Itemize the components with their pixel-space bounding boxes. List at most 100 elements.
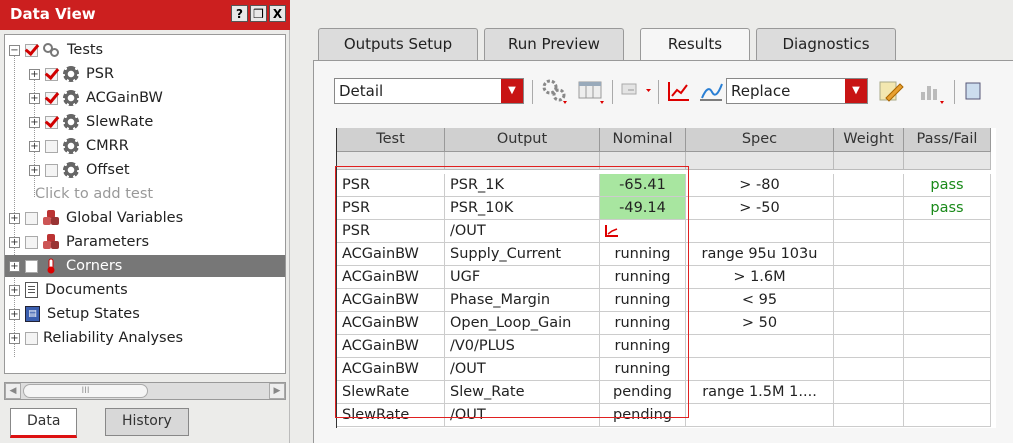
offset-checkbox[interactable] [45,163,58,177]
expand-icon[interactable]: + [9,308,20,320]
edit-notes-icon[interactable] [876,76,906,106]
cell-nominal[interactable]: running [600,266,686,289]
cell-nominal[interactable]: running [600,312,686,335]
header-test[interactable]: Test [337,128,445,152]
cell-passfail[interactable] [904,220,991,243]
expand-icon[interactable]: + [9,284,20,296]
acgainbw-checkbox[interactable] [45,91,58,105]
cell-test[interactable]: SlewRate [337,381,445,404]
cell-passfail[interactable] [904,289,991,312]
tab-results[interactable]: Results [640,28,750,61]
cell-passfail[interactable] [904,243,991,266]
cell-spec[interactable]: > -50 [686,197,834,220]
header-output[interactable]: Output [445,128,600,152]
cell-spec[interactable]: > 50 [686,312,834,335]
cell-spec[interactable]: range 1.5M 1.... [686,381,834,404]
plot-icon[interactable] [664,76,694,106]
cell-nominal[interactable]: running [600,335,686,358]
header-passfail[interactable]: Pass/Fail [904,128,991,152]
tree-node-setup-states[interactable]: + ▤ Setup States [9,303,140,325]
tree-node-parameters[interactable]: + Parameters [9,231,149,253]
tree-node-reliability[interactable]: + Reliability Analyses [9,327,183,349]
cell-output[interactable]: /OUT [445,220,600,243]
tab-data[interactable]: Data [10,408,78,438]
cell-nominal[interactable]: running [600,243,686,266]
waveform-icon[interactable] [604,224,620,238]
dropdown-arrow-icon[interactable]: ▼ [501,79,523,103]
header-spec[interactable]: Spec [686,128,834,152]
cell-weight[interactable] [834,243,904,266]
filter-cell[interactable] [600,152,686,170]
cell-weight[interactable] [834,335,904,358]
cell-test[interactable]: ACGainBW [337,335,445,358]
corners-checkbox[interactable] [25,259,38,273]
cell-weight[interactable] [834,404,904,427]
cell-spec[interactable] [686,220,834,243]
cell-output[interactable]: Phase_Margin [445,289,600,312]
cell-output[interactable]: Supply_Current [445,243,600,266]
reliability-checkbox[interactable] [25,331,38,345]
tree-node-psr[interactable]: + PSR [29,63,114,85]
cell-nominal[interactable]: pending [600,381,686,404]
cell-output[interactable]: PSR_10K [445,197,600,220]
cell-weight[interactable] [834,197,904,220]
settings-gears-icon[interactable] [540,76,570,106]
cell-nominal[interactable] [600,220,686,243]
cell-output[interactable]: Open_Loop_Gain [445,312,600,335]
annotate-icon[interactable] [620,76,651,106]
bar-chart-icon[interactable] [916,76,946,106]
tree-node-offset[interactable]: + Offset [29,159,130,181]
view-select[interactable]: Detail ▼ [334,78,524,104]
cell-weight[interactable] [834,381,904,404]
cell-test[interactable]: PSR [337,197,445,220]
expand-icon[interactable]: + [9,212,20,224]
cell-spec[interactable]: > 1.6M [686,266,834,289]
psr-checkbox[interactable] [45,67,58,81]
cell-output[interactable]: /OUT [445,358,600,381]
expand-icon[interactable]: + [29,68,40,80]
tree-node-tests[interactable]: − Tests [9,39,103,61]
cell-weight[interactable] [834,220,904,243]
help-button[interactable]: ? [231,5,248,22]
global-variables-checkbox[interactable] [25,211,38,225]
table-columns-icon[interactable] [576,76,606,106]
cell-test[interactable]: ACGainBW [337,312,445,335]
cell-test[interactable]: PSR [337,174,445,197]
cell-passfail[interactable] [904,404,991,427]
expand-icon[interactable]: + [29,92,40,104]
expand-icon[interactable]: + [29,140,40,152]
parameters-checkbox[interactable] [25,235,38,249]
expand-icon[interactable]: + [9,236,20,248]
collapse-icon[interactable]: − [9,44,20,56]
tab-history[interactable]: History [105,408,189,436]
cell-output[interactable]: UGF [445,266,600,289]
tab-diagnostics[interactable]: Diagnostics [756,28,896,60]
filter-cell[interactable] [904,152,991,170]
tree-node-global-variables[interactable]: + Global Variables [9,207,183,229]
cell-spec[interactable]: > -80 [686,174,834,197]
cell-passfail[interactable] [904,266,991,289]
tree-horizontal-scrollbar[interactable]: ◀ III ▶ [4,382,286,400]
cell-nominal[interactable]: running [600,358,686,381]
expand-icon[interactable]: + [9,332,20,344]
cell-test[interactable]: PSR [337,220,445,243]
filter-cell[interactable] [686,152,834,170]
scroll-right-icon[interactable]: ▶ [269,383,285,399]
cell-test[interactable]: ACGainBW [337,289,445,312]
header-weight[interactable]: Weight [834,128,904,152]
cell-output[interactable]: Slew_Rate [445,381,600,404]
tree-node-corners[interactable]: + Corners [5,255,285,277]
filter-cell[interactable] [834,152,904,170]
expand-icon[interactable]: + [9,260,20,272]
cell-nominal[interactable]: -65.41 [600,174,686,197]
filter-cell[interactable] [337,152,445,170]
cell-spec[interactable]: range 95u 103u [686,243,834,266]
cell-test[interactable]: ACGainBW [337,266,445,289]
cell-weight[interactable] [834,266,904,289]
cell-output[interactable]: /OUT [445,404,600,427]
cell-spec[interactable] [686,404,834,427]
cell-passfail[interactable]: pass [904,174,991,197]
cell-passfail[interactable]: pass [904,197,991,220]
cell-test[interactable]: ACGainBW [337,358,445,381]
cell-weight[interactable] [834,174,904,197]
